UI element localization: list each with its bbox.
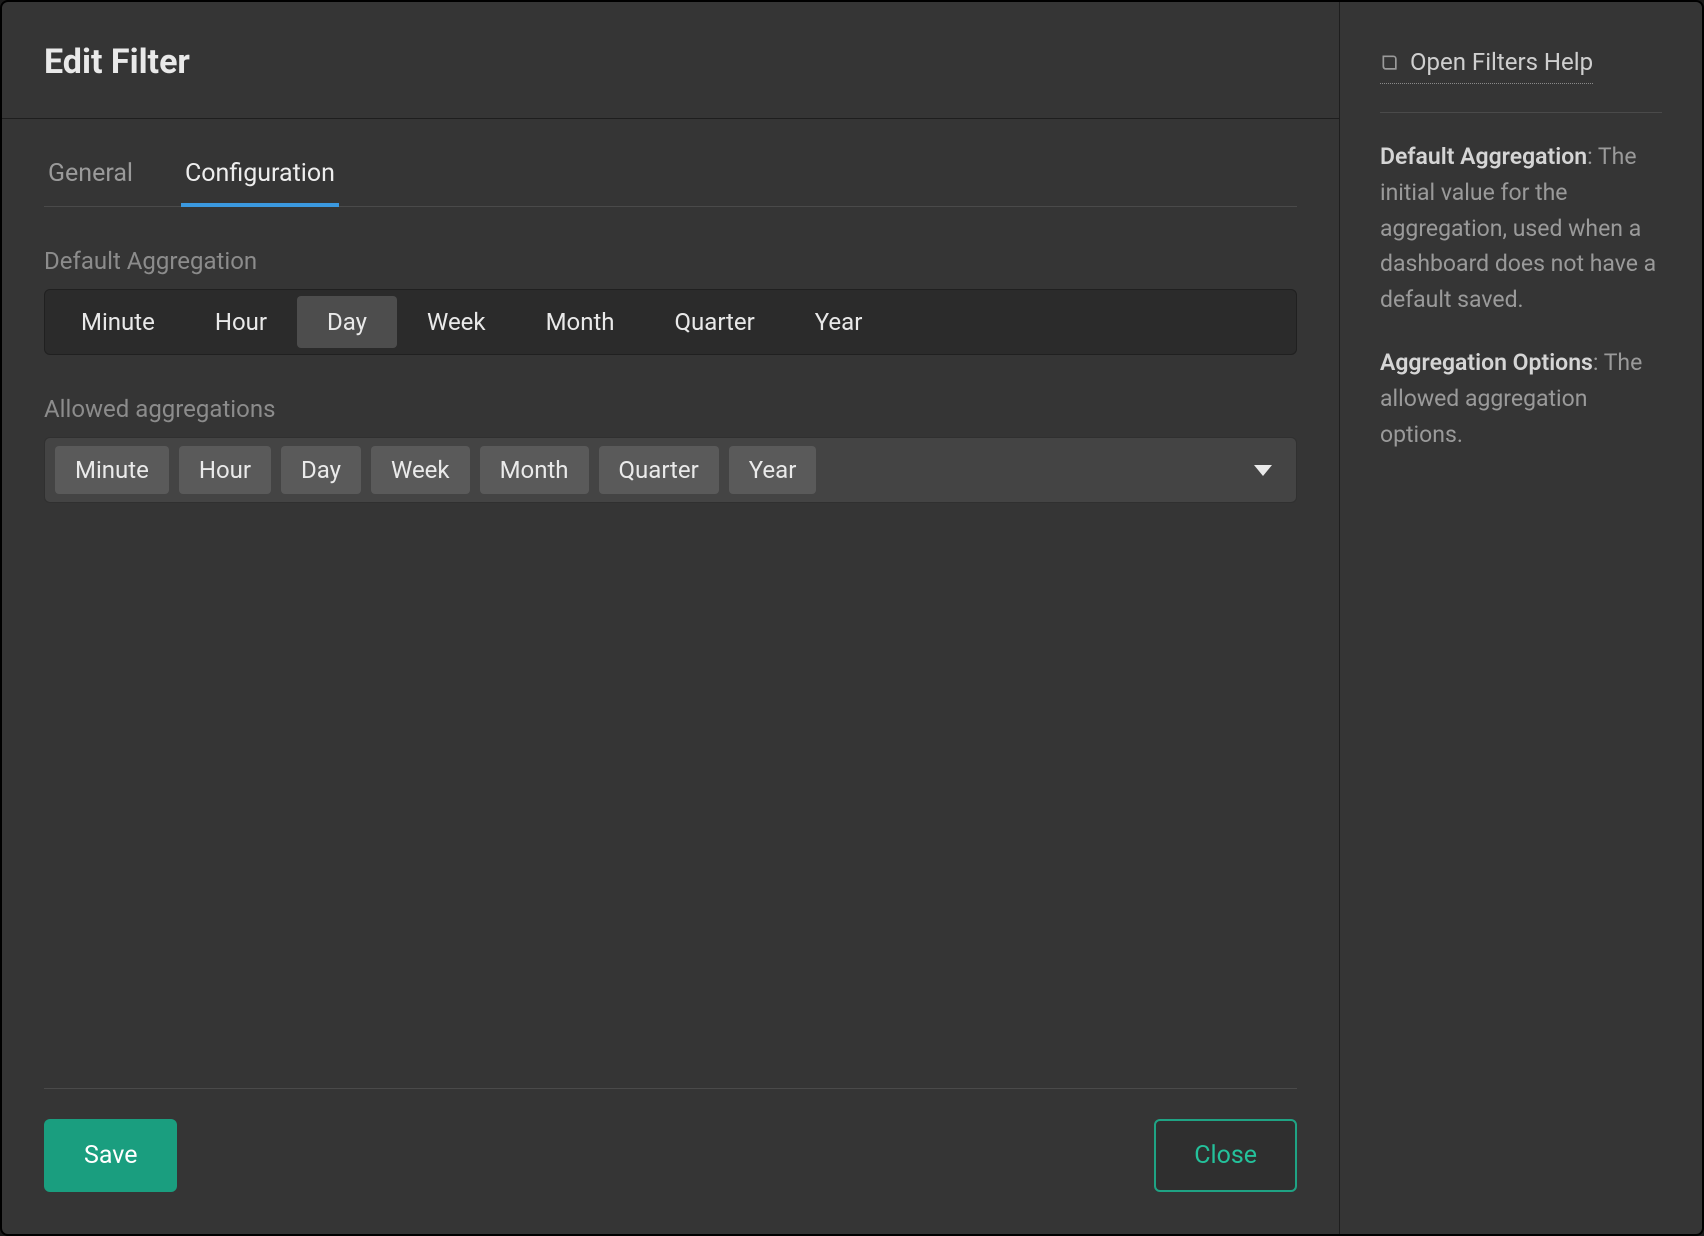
default-aggregation-label: Default Aggregation <box>44 247 1297 275</box>
main-panel: Edit Filter General Configuration Default… <box>2 2 1340 1234</box>
help-term: Default Aggregation <box>1380 143 1587 170</box>
help-link-label: Open Filters Help <box>1410 44 1593 81</box>
aggregation-option-week[interactable]: Week <box>397 296 516 348</box>
aggregation-option-month[interactable]: Month <box>516 296 645 348</box>
book-icon <box>1380 52 1400 74</box>
open-filters-help-link[interactable]: Open Filters Help <box>1380 44 1593 84</box>
aggregation-option-quarter[interactable]: Quarter <box>645 296 785 348</box>
close-button[interactable]: Close <box>1154 1119 1297 1192</box>
allowed-chip-minute[interactable]: Minute <box>55 446 169 494</box>
allowed-chip-day[interactable]: Day <box>281 446 361 494</box>
allowed-chip-hour[interactable]: Hour <box>179 446 271 494</box>
allowed-chip-week[interactable]: Week <box>371 446 470 494</box>
aggregation-option-year[interactable]: Year <box>785 296 893 348</box>
tab-configuration[interactable]: Configuration <box>181 147 339 206</box>
help-sidebar: Open Filters Help Default Aggregation: T… <box>1340 2 1702 1234</box>
aggregation-option-hour[interactable]: Hour <box>185 296 297 348</box>
sidebar-divider <box>1380 112 1662 113</box>
allowed-chip-quarter[interactable]: Quarter <box>599 446 719 494</box>
dialog-header: Edit Filter <box>2 2 1339 119</box>
chevron-down-icon[interactable] <box>1254 465 1272 476</box>
dialog-footer: Save Close <box>44 1089 1297 1224</box>
help-items: Default Aggregation: The initial value f… <box>1380 139 1662 452</box>
default-aggregation-segmented[interactable]: MinuteHourDayWeekMonthQuarterYear <box>44 289 1297 355</box>
save-button[interactable]: Save <box>44 1119 177 1192</box>
tab-bar: General Configuration <box>44 147 1297 207</box>
tab-general[interactable]: General <box>44 147 137 206</box>
dialog-body: General Configuration Default Aggregation… <box>2 119 1339 1234</box>
allowed-aggregations-label: Allowed aggregations <box>44 395 1297 423</box>
help-item: Aggregation Options: The allowed aggrega… <box>1380 345 1662 452</box>
aggregation-option-minute[interactable]: Minute <box>51 296 185 348</box>
allowed-chip-month[interactable]: Month <box>480 446 589 494</box>
help-item: Default Aggregation: The initial value f… <box>1380 139 1662 317</box>
help-term: Aggregation Options <box>1380 349 1593 376</box>
allowed-aggregations-chips: MinuteHourDayWeekMonthQuarterYear <box>55 446 816 494</box>
edit-filter-dialog: Edit Filter General Configuration Default… <box>0 0 1704 1236</box>
allowed-aggregations-select[interactable]: MinuteHourDayWeekMonthQuarterYear <box>44 437 1297 503</box>
dialog-title: Edit Filter <box>44 42 1297 82</box>
allowed-chip-year[interactable]: Year <box>729 446 817 494</box>
aggregation-option-day[interactable]: Day <box>297 296 397 348</box>
